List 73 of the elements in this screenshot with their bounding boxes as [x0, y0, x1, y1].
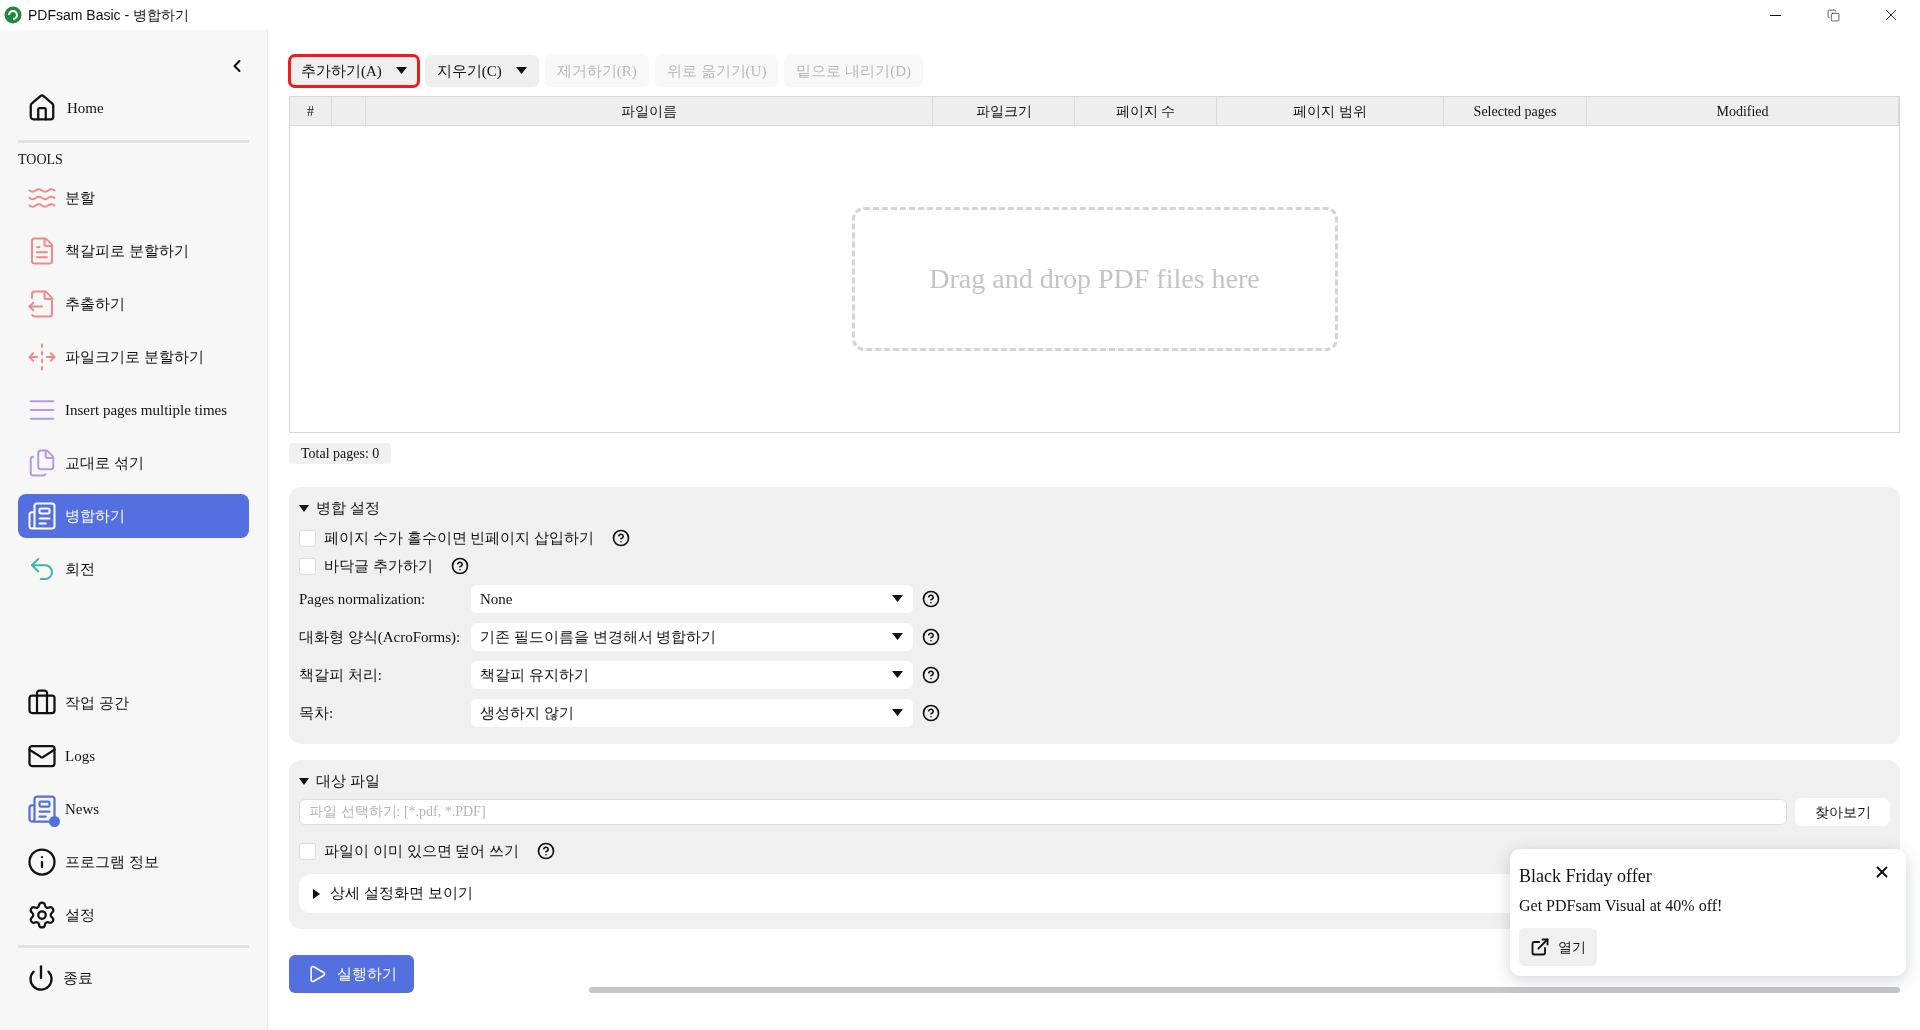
- external-link-icon: [1530, 937, 1550, 957]
- sidebar-item[interactable]: 교대로 섞기: [18, 441, 249, 485]
- help-icon[interactable]: [922, 704, 940, 722]
- app-logo-icon: [4, 6, 22, 24]
- power-icon: [27, 964, 55, 992]
- help-icon[interactable]: [612, 529, 630, 547]
- help-icon[interactable]: [922, 590, 940, 608]
- sidebar-item[interactable]: Home: [18, 86, 249, 130]
- sidebar-item[interactable]: 파일크기로 분할하기: [18, 335, 249, 379]
- column-header[interactable]: 파일크기: [933, 97, 1075, 125]
- checkbox-label[interactable]: 파일이 이미 있으면 덮어 쓰기: [324, 839, 519, 863]
- sidebar-item[interactable]: 책갈피로 분할하기: [18, 229, 249, 273]
- checkbox-label[interactable]: 페이지 수가 홀수이면 빈페이지 삽입하기: [324, 526, 594, 550]
- toolbar-button[interactable]: 추가하기(A): [289, 55, 419, 87]
- browse-button[interactable]: 찾아보기: [1795, 798, 1890, 826]
- column-header[interactable]: 페이지 수: [1075, 97, 1217, 125]
- settings-icon: [27, 900, 57, 930]
- field-label: 목차:: [299, 703, 335, 723]
- dropdown-select[interactable]: 책갈피 유지하기: [471, 661, 913, 689]
- sidebar-item[interactable]: 작업 공간: [18, 681, 249, 725]
- checkbox-label[interactable]: 바닥글 추가하기: [324, 554, 433, 578]
- minimize-icon: [1769, 14, 1781, 16]
- sidebar-item[interactable]: Insert pages multiple times: [18, 388, 249, 432]
- sidebar-item[interactable]: 프로그램 정보: [18, 840, 249, 884]
- run-button[interactable]: 실행하기: [289, 955, 414, 993]
- section-header[interactable]: 대상 파일: [299, 768, 1890, 794]
- total-pages-label: Total pages: 0: [289, 443, 392, 464]
- column-header[interactable]: 페이지 범위: [1217, 97, 1444, 125]
- section-header[interactable]: 병합 설정: [299, 495, 1890, 521]
- field-label: 책갈피 처리:: [299, 665, 383, 685]
- sidebar-item[interactable]: News: [18, 787, 249, 831]
- sidebar-item[interactable]: 병합하기: [18, 494, 249, 538]
- field-label: 대화형 양식(AcroForms):: [299, 627, 462, 647]
- sidebar-item[interactable]: 분할: [18, 176, 249, 220]
- window-title: PDFsam Basic - 병합하기: [28, 5, 189, 25]
- home-icon: [27, 93, 57, 123]
- column-header[interactable]: #: [290, 97, 332, 125]
- help-icon[interactable]: [537, 842, 555, 860]
- dropdown-select[interactable]: 생성하지 않기: [471, 699, 913, 727]
- horizontal-scrollbar[interactable]: [589, 987, 1900, 993]
- newspaper-icon: [27, 794, 57, 824]
- sidebar-item[interactable]: 종료: [18, 956, 249, 1000]
- dropdown-caret-icon: [892, 709, 903, 717]
- open-button[interactable]: 열기: [1519, 928, 1597, 966]
- dropdown-select[interactable]: 기존 필드이름을 변경해서 병합하기: [471, 623, 913, 651]
- dropdown-caret-icon[interactable]: [515, 67, 527, 75]
- sidebar-item[interactable]: 추출하기: [18, 282, 249, 326]
- field-label: Pages normalization:: [299, 589, 427, 609]
- help-icon[interactable]: [450, 557, 469, 575]
- column-header[interactable]: 파일이름: [366, 97, 933, 125]
- column-header[interactable]: Modified: [1587, 97, 1899, 125]
- dropdown-caret-icon[interactable]: [395, 67, 407, 75]
- dropdown-select[interactable]: None: [471, 585, 913, 613]
- dropdown-caret-icon: [892, 595, 903, 603]
- sidebar-item[interactable]: Logs: [18, 734, 249, 778]
- help-icon[interactable]: [922, 666, 940, 684]
- popup-message: Get PDFsam Visual at 40% off!: [1519, 896, 1723, 916]
- toolbar-button[interactable]: 지우기(C): [424, 55, 539, 87]
- restore-icon: [1826, 8, 1840, 22]
- checkbox[interactable]: [299, 529, 316, 547]
- sidebar-item[interactable]: 회전: [18, 547, 249, 591]
- column-header[interactable]: Selected pages: [1444, 97, 1587, 125]
- checkbox[interactable]: [299, 557, 316, 575]
- dropdown-caret-icon: [892, 671, 903, 679]
- sidebar-item[interactable]: 설정: [18, 893, 249, 937]
- newspaper-icon: [27, 501, 57, 531]
- checkbox[interactable]: [299, 842, 316, 860]
- expand-triangle-icon: [311, 888, 321, 899]
- dropdown-caret-icon: [892, 633, 903, 641]
- section-heading: TOOLS: [18, 151, 63, 169]
- help-icon[interactable]: [922, 628, 940, 646]
- info-icon: [27, 847, 57, 877]
- file-path-field[interactable]: 파일 선택하기: [*.pdf, *.PDF]: [299, 799, 1787, 825]
